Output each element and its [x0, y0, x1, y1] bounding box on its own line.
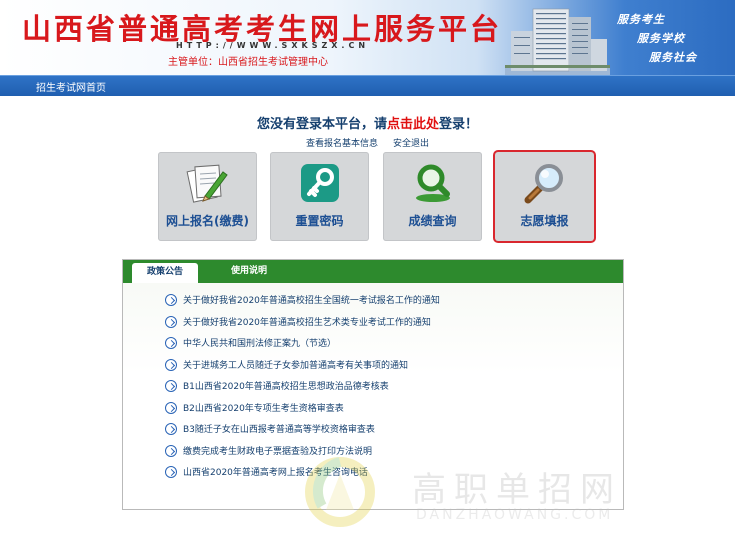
tile-label: 重置密码	[295, 214, 344, 228]
list-item[interactable]: B3随迁子女在山西报考普通高等学校资格审查表	[165, 420, 440, 442]
notice-title: B2山西省2020年专项生考生资格审查表	[183, 403, 344, 414]
tile-reset-password[interactable]: 重置密码	[270, 152, 369, 241]
arrow-right-icon	[165, 294, 177, 306]
list-item[interactable]: B1山西省2020年普通高校招生思想政治品德考核表	[165, 377, 440, 399]
slogan-students: 服务考生	[617, 13, 665, 26]
list-item[interactable]: 关于进城务工人员随迁子女参加普通高考有关事项的通知	[165, 356, 440, 378]
list-item[interactable]: 关于做好我省2020年普通高校招生全国统一考试报名工作的通知	[165, 291, 440, 313]
notice-title: 关于进城务工人员随迁子女参加普通高考有关事项的通知	[183, 360, 409, 371]
tile-label: 成绩查询	[408, 214, 457, 228]
arrow-right-icon	[165, 423, 177, 435]
notice-title: B1山西省2020年普通高校招生思想政治品德考核表	[183, 382, 389, 392]
list-item[interactable]: 山西省2020年普通高考网上报名考生咨询电话	[165, 463, 440, 485]
notice-title: 缴费完成考生财政电子票据查验及打印方法说明	[183, 446, 373, 457]
page: 山西省普通高考考生网上服务平台 HTTP://WWW.SXKSZX.CN 主管单…	[0, 0, 735, 540]
notice-title: 关于做好我省2020年普通高校招生全国统一考试报名工作的通知	[183, 296, 440, 306]
magnifier-icon	[524, 164, 563, 204]
list-item[interactable]: 中华人民共和国刑法修正案九（节选）	[165, 334, 440, 356]
nav-home-link[interactable]: 招生考试网首页	[36, 79, 106, 94]
notice-title: 中华人民共和国刑法修正案九（节选）	[183, 339, 337, 349]
nav-bar: 招生考试网首页	[0, 75, 735, 96]
tile-volunteer-filling[interactable]: 志愿填报	[495, 152, 594, 241]
notice-panel: 政策公告 使用说明 关于做好我省2020年普通高校招生全国统一考试报名工作的通知…	[122, 259, 624, 510]
notice-title: 关于做好我省2020年普通高校招生艺术类专业考试工作的通知	[183, 317, 431, 328]
tile-label: 志愿填报	[520, 214, 569, 228]
tile-label: 网上报名(缴费)	[166, 214, 249, 228]
arrow-right-icon	[165, 380, 177, 392]
site-url: HTTP://WWW.SXKSZX.CN	[176, 41, 370, 50]
notice-body: 关于做好我省2020年普通高校招生全国统一考试报名工作的通知 关于做好我省202…	[123, 283, 623, 509]
pen-paper-icon	[186, 164, 228, 203]
logout-link[interactable]: 安全退出	[393, 139, 429, 149]
key-icon	[300, 164, 339, 202]
list-item[interactable]: B2山西省2020年专项生考生资格审查表	[165, 399, 440, 421]
site-host-unit: 主管单位：山西省招生考试管理中心	[168, 57, 328, 68]
site-header: 山西省普通高考考生网上服务平台 HTTP://WWW.SXKSZX.CN 主管单…	[0, 0, 735, 75]
login-prompt-suffix: 登录！	[439, 117, 479, 132]
arrow-right-icon	[165, 401, 177, 414]
arrow-right-icon	[165, 358, 177, 371]
list-item[interactable]: 缴费完成考生财政电子票据查验及打印方法说明	[165, 442, 440, 464]
tab-bar: 政策公告 使用说明	[123, 260, 623, 283]
slogans: 服务考生 服务学校 服务社会	[611, 10, 721, 67]
slogan-society: 服务社会	[649, 51, 697, 64]
login-prompt-prefix: 您没有登录本平台，请	[256, 117, 387, 132]
login-prompt: 您没有登录本平台，请点击此处登录！	[0, 113, 735, 132]
arrow-right-icon	[165, 466, 177, 478]
building-image	[505, 8, 610, 75]
tab-usage-guide[interactable]: 使用说明	[231, 260, 267, 283]
tile-score-query[interactable]: 成绩查询	[383, 152, 482, 241]
arrow-right-icon	[165, 337, 177, 349]
login-link[interactable]: 点击此处	[387, 117, 439, 132]
tab-policy-notices[interactable]: 政策公告	[132, 263, 198, 283]
sub-links: 查看报名基本信息 安全退出	[0, 136, 735, 149]
notice-list: 关于做好我省2020年普通高校招生全国统一考试报名工作的通知 关于做好我省202…	[165, 291, 440, 485]
arrow-right-icon	[165, 315, 177, 328]
notice-title: B3随迁子女在山西报考普通高等学校资格审查表	[183, 425, 375, 435]
notice-title: 山西省2020年普通高考网上报名考生咨询电话	[183, 468, 368, 478]
view-info-link[interactable]: 查看报名基本信息	[306, 139, 378, 149]
magnifier-icon	[415, 164, 450, 202]
arrow-right-icon	[165, 444, 177, 457]
slogan-schools: 服务学校	[637, 32, 685, 45]
list-item[interactable]: 关于做好我省2020年普通高校招生艺术类专业考试工作的通知	[165, 313, 440, 335]
tile-online-registration[interactable]: 网上报名(缴费)	[158, 152, 257, 241]
